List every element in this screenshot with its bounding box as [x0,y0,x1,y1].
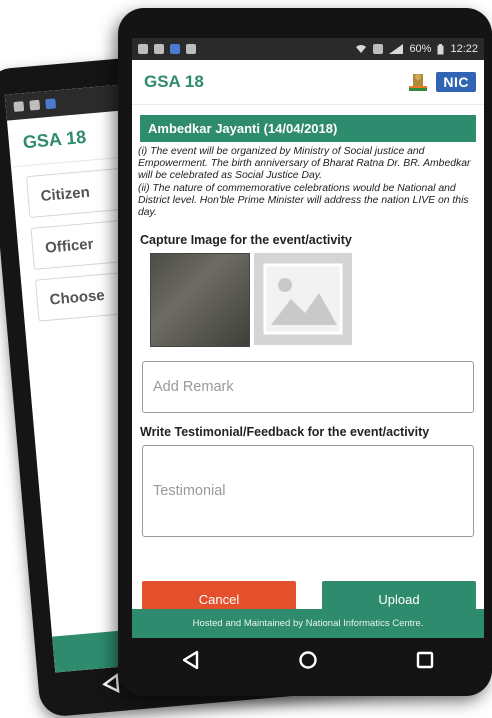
event-title: Ambedkar Jayanti (14/04/2018) [140,115,476,142]
gallery-icon [29,99,41,111]
battery-percent: 60% [409,43,432,55]
signal-icon [389,44,404,54]
wifi-icon [356,45,367,53]
home-icon[interactable] [288,640,328,680]
app-icon [45,98,57,110]
recents-icon[interactable] [405,640,445,680]
remark-input[interactable]: Add Remark [142,361,474,414]
status-bar: 60% 12:22 [132,38,484,60]
battery-icon [437,43,444,54]
sim-icon [186,44,196,54]
logo-group: NIC [406,71,476,93]
capture-image-label: Capture Image for the event/activity [140,233,352,248]
testimonial-label: Write Testimonial/Feedback for the event… [140,425,430,440]
footer-bar: Hosted and Maintained by National Inform… [132,609,484,638]
captured-image-thumbnail[interactable] [150,253,250,348]
image-placeholder-icon [263,263,343,335]
back-icon[interactable] [171,640,211,680]
event-description-1: (i) The event will be organized by Minis… [138,146,471,182]
app-bar: GSA 18 NIC [132,60,484,105]
app-icon [170,44,180,54]
status-time: 12:22 [450,43,478,55]
notification-icon [138,44,148,54]
sim-slot-icon [373,44,384,54]
gallery-icon [154,44,164,54]
nic-logo: NIC [436,72,476,92]
event-description: (i) The event will be organized by Minis… [138,146,478,219]
notification-icon [13,101,25,112]
app-title: GSA 18 [144,72,204,91]
image-row [150,253,484,348]
testimonial-input[interactable]: Testimonial [142,445,474,538]
emblem-icon [406,71,430,93]
nav-bar [132,638,484,682]
add-image-button[interactable] [254,253,352,346]
front-phone-screen: 60% 12:22 GSA 18 NIC Ambedkar Jayanti (1… [132,38,484,638]
front-phone: 60% 12:22 GSA 18 NIC Ambedkar Jayanti (1… [118,8,492,696]
event-description-2: (ii) The nature of commemorative celebra… [138,182,469,219]
